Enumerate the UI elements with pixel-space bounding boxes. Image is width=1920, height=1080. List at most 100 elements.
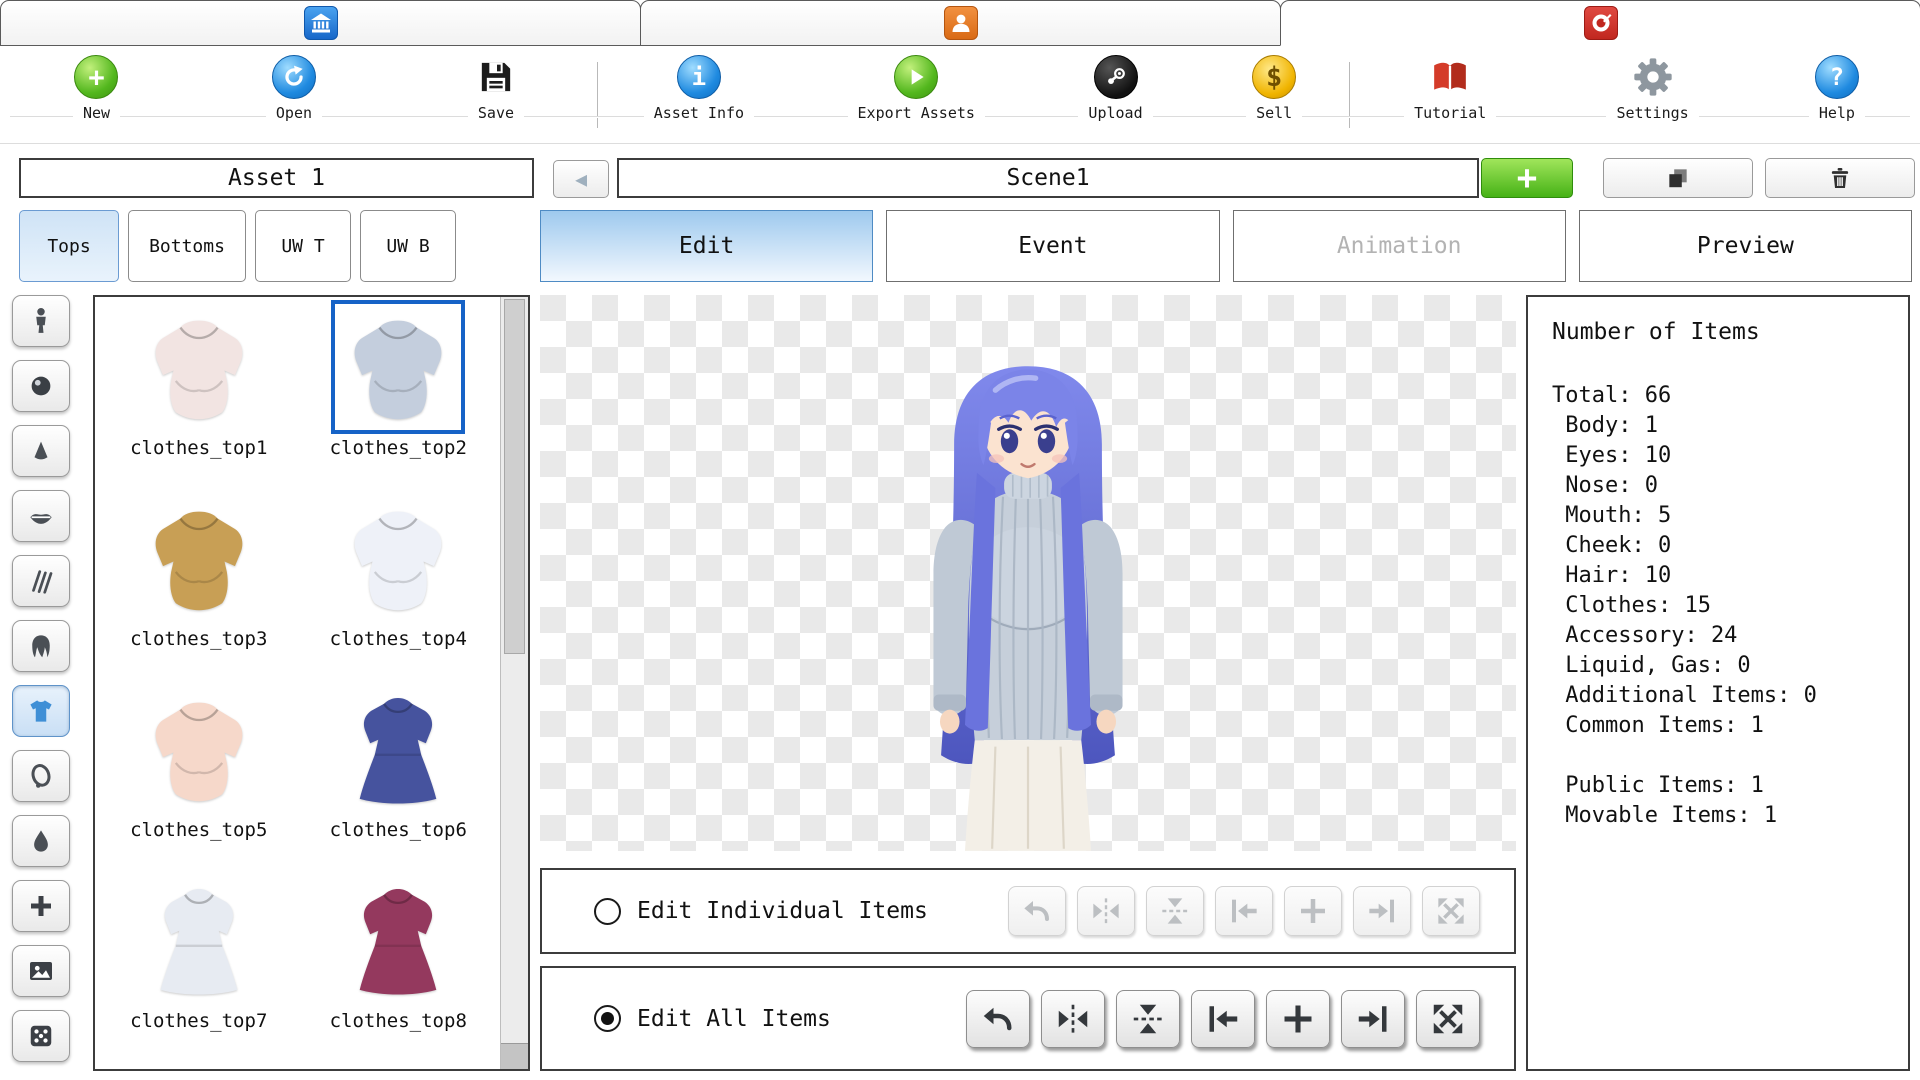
thumbnail-clothes-top3[interactable]: clothes_top3 — [99, 490, 299, 681]
bank-icon — [304, 6, 338, 40]
window-tab-character[interactable] — [640, 0, 1281, 46]
tab-bottoms[interactable]: Bottoms — [128, 210, 246, 282]
scale-icon — [1430, 1001, 1466, 1037]
prev-scene-button[interactable]: ◀ — [553, 160, 609, 198]
save-icon — [474, 55, 518, 99]
thumb-scrollbar[interactable] — [500, 297, 528, 1069]
accessory-tool-button[interactable] — [12, 750, 70, 802]
character-preview[interactable] — [865, 351, 1191, 851]
thumbnail-clothes-top7[interactable]: clothes_top7 — [99, 872, 299, 1063]
edit-individual-label[interactable]: Edit Individual Items — [637, 898, 928, 924]
clothes-tool-button[interactable] — [12, 685, 70, 737]
tutorial-button[interactable]: Tutorial — [1404, 46, 1496, 122]
scale-button[interactable] — [1416, 990, 1480, 1048]
thumbnail-image — [137, 878, 261, 1002]
thumbnail-clothes-top5[interactable]: clothes_top5 — [99, 681, 299, 872]
tab-preview[interactable]: Preview — [1579, 210, 1912, 282]
undo-button — [1008, 886, 1066, 936]
hair-strands-tool-button[interactable] — [12, 555, 70, 607]
stat-additional-items: Additional Items: 0 — [1552, 681, 1896, 711]
window-tab-graphics[interactable] — [1280, 0, 1920, 46]
tab-uw-t[interactable]: UW T — [255, 210, 351, 282]
asset-info-button[interactable]: i Asset Info — [644, 46, 754, 122]
body-icon — [26, 306, 56, 336]
sell-button[interactable]: $ Sell — [1246, 46, 1302, 122]
move-center-button[interactable] — [1266, 990, 1330, 1048]
mouth-tool-button[interactable] — [12, 490, 70, 542]
info-icon: i — [677, 55, 721, 99]
plus-icon — [26, 891, 56, 921]
hair-tool-button[interactable] — [12, 620, 70, 672]
open-icon — [272, 55, 316, 99]
asset-name-field[interactable]: Asset 1 — [19, 158, 534, 198]
settings-button[interactable]: Settings — [1606, 46, 1698, 122]
scene-name-field[interactable]: Scene1 — [617, 158, 1479, 198]
thumbnail-label: clothes_top8 — [330, 1010, 467, 1032]
edit-canvas[interactable] — [540, 295, 1516, 851]
thumbnail-label: clothes_top7 — [130, 1010, 267, 1032]
hair-icon — [26, 631, 56, 661]
export-assets-button[interactable]: Export Assets — [848, 46, 985, 122]
flip-horizontal-button[interactable] — [1041, 990, 1105, 1048]
stat-movable-items: Movable Items: 1 — [1552, 801, 1896, 831]
thumbnail-clothes-top8[interactable]: clothes_top8 — [299, 872, 499, 1063]
thumbnail-clothes-top1[interactable]: clothes_top1 — [99, 299, 299, 490]
window-tab-bar — [0, 0, 1920, 46]
upload-button[interactable]: Upload — [1078, 46, 1152, 122]
tab-edit[interactable]: Edit — [540, 210, 873, 282]
tab-tops[interactable]: Tops — [19, 210, 119, 282]
thumbnail-clothes-top4[interactable]: clothes_top4 — [299, 490, 499, 681]
undo-icon — [980, 1001, 1016, 1037]
tshirt-icon — [26, 696, 56, 726]
thumbnail-label: clothes_top2 — [330, 437, 467, 459]
liquid-tool-button[interactable] — [12, 815, 70, 867]
tab-animation[interactable]: Animation — [1233, 210, 1566, 282]
stat-nose: Nose: 0 — [1552, 471, 1896, 501]
nose-tool-button[interactable] — [12, 425, 70, 477]
body-tool-button[interactable] — [12, 295, 70, 347]
thumbnail-image — [336, 878, 460, 1002]
edit-all-radio[interactable] — [594, 1005, 621, 1032]
eye-tool-button[interactable] — [12, 360, 70, 412]
item-stats-panel: Number of Items Total: 66 Body: 1 Eyes: … — [1526, 295, 1910, 1071]
undo-button[interactable] — [966, 990, 1030, 1048]
scrollbar-thumb[interactable] — [504, 299, 525, 654]
open-button[interactable]: Open — [266, 46, 322, 122]
upload-label: Upload — [1078, 104, 1152, 122]
part-category-strip — [12, 295, 78, 1062]
edit-all-label[interactable]: Edit All Items — [637, 1006, 831, 1032]
thumbnail-clothes-top2[interactable]: clothes_top2 — [299, 299, 499, 490]
coin-icon: $ — [1252, 55, 1296, 99]
help-button[interactable]: ? Help — [1809, 46, 1865, 122]
delete-scene-button[interactable] — [1765, 158, 1915, 198]
edit-individual-radio-group[interactable]: Edit Individual Items — [594, 898, 928, 925]
thumbnail-image — [336, 496, 460, 620]
thumbnail-clothes-top6[interactable]: clothes_top6 — [299, 681, 499, 872]
add-item-tool-button[interactable] — [12, 880, 70, 932]
necklace-icon — [26, 761, 56, 791]
tab-uw-b[interactable]: UW B — [360, 210, 456, 282]
background-tool-button[interactable] — [12, 945, 70, 997]
tab-event[interactable]: Event — [886, 210, 1219, 282]
help-label: Help — [1809, 104, 1865, 122]
save-button[interactable]: Save — [468, 46, 524, 122]
flip-vertical-button[interactable] — [1116, 990, 1180, 1048]
move-left-button[interactable] — [1191, 990, 1255, 1048]
book-icon — [1428, 55, 1472, 99]
stat-clothes: Clothes: 15 — [1552, 591, 1896, 621]
save-label: Save — [468, 104, 524, 122]
flip-vertical-icon — [1130, 1001, 1166, 1037]
move-right-button[interactable] — [1341, 990, 1405, 1048]
duplicate-scene-button[interactable] — [1603, 158, 1753, 198]
flip-horizontal-icon — [1055, 1001, 1091, 1037]
stat-eyes: Eyes: 10 — [1552, 441, 1896, 471]
image-icon — [26, 956, 56, 986]
window-tab-bank[interactable] — [0, 0, 641, 46]
edit-all-radio-group[interactable]: Edit All Items — [594, 1005, 831, 1032]
new-button[interactable]: + New — [73, 46, 120, 122]
asset-info-label: Asset Info — [644, 104, 754, 122]
edit-individual-radio[interactable] — [594, 898, 621, 925]
random-tool-button[interactable] — [12, 1010, 70, 1062]
add-scene-button[interactable]: + — [1481, 158, 1573, 198]
hair-strands-icon — [26, 566, 56, 596]
